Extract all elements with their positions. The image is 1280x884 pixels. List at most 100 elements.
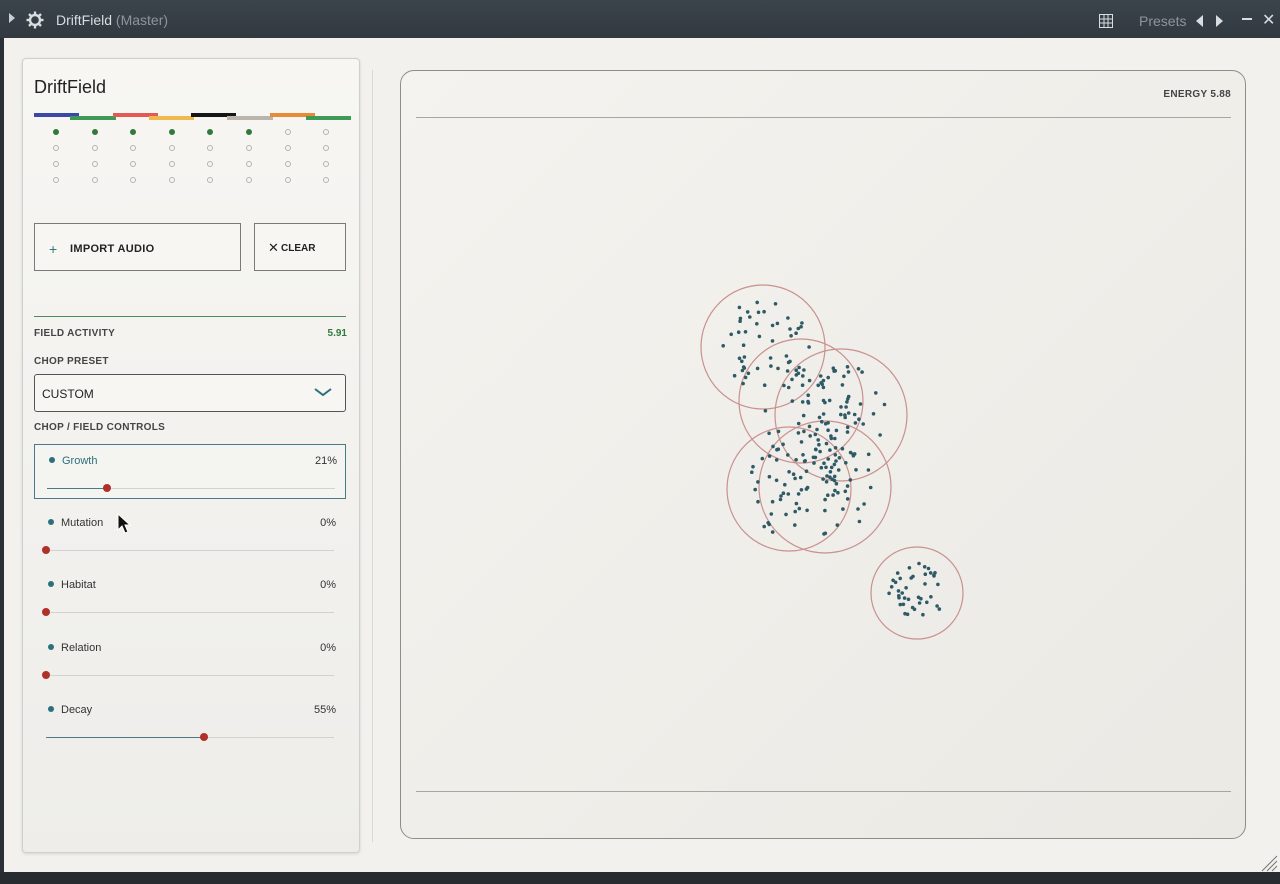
step-dot[interactable] (53, 161, 59, 167)
step-dot[interactable] (284, 161, 291, 167)
particle (784, 354, 789, 358)
step-dot[interactable] (53, 145, 59, 151)
close-icon[interactable]: ✕ (1262, 10, 1275, 30)
particle (794, 458, 798, 462)
particle (789, 334, 793, 338)
step-dot[interactable] (207, 161, 214, 167)
slider-knob[interactable] (42, 670, 50, 679)
step-dot[interactable] (168, 145, 175, 151)
slider-relation[interactable]: Relation 0% (34, 632, 346, 687)
step-dot[interactable] (130, 145, 137, 151)
step-dot[interactable] (246, 161, 252, 167)
particle (856, 507, 860, 511)
particle (794, 368, 798, 373)
slider-habitat[interactable]: Habitat 0% (34, 569, 346, 624)
previous-preset-icon[interactable] (1196, 15, 1203, 27)
particle (829, 465, 834, 470)
step-dot[interactable] (246, 177, 252, 183)
step-dot[interactable] (53, 177, 59, 183)
slider-track[interactable] (46, 549, 334, 551)
particle (755, 322, 759, 326)
window-context: (Master) (115, 12, 169, 28)
particle (817, 415, 822, 420)
grid-icon[interactable] (1099, 14, 1113, 28)
clear-button[interactable]: ✕ CLEAR (254, 223, 346, 271)
particle (895, 571, 900, 575)
panel-title: DriftField (34, 77, 107, 97)
step-dot[interactable] (323, 177, 330, 183)
color-bar-strip (34, 113, 351, 123)
expand-arrow-icon[interactable] (9, 13, 15, 23)
chop-preset-select[interactable]: CUSTOM (34, 374, 346, 412)
particle (845, 425, 850, 430)
slider-track[interactable] (46, 674, 334, 676)
step-dot-active[interactable] (53, 129, 59, 135)
step-dot[interactable] (246, 145, 252, 151)
step-dot[interactable] (207, 177, 214, 183)
step-dot[interactable] (130, 177, 137, 183)
particle (796, 326, 801, 331)
slider-knob[interactable] (42, 545, 50, 554)
particle (767, 431, 771, 436)
step-dot[interactable] (130, 161, 137, 167)
slider-decay[interactable]: Decay 55% (34, 694, 346, 749)
import-audio-button[interactable]: + IMPORT AUDIO (34, 223, 241, 271)
particle (769, 364, 773, 368)
particle (857, 519, 862, 524)
particle (825, 474, 829, 478)
particle (822, 461, 826, 466)
particle (928, 571, 933, 575)
resize-grip-icon[interactable] (1258, 852, 1278, 872)
controls-label: CHOP / FIELD CONTROLS (34, 422, 166, 433)
particle (902, 596, 907, 600)
step-dot-active[interactable] (130, 129, 137, 135)
field-canvas[interactable]: ENERGY 5.88 (400, 70, 1246, 839)
presets-label[interactable]: Presets (1139, 13, 1186, 29)
particle (833, 488, 837, 493)
step-dot[interactable] (284, 145, 291, 151)
slider-growth[interactable]: Growth 21% (34, 444, 346, 499)
next-preset-icon[interactable] (1216, 15, 1223, 27)
cluster-ring[interactable] (738, 338, 864, 464)
cluster-ring[interactable] (700, 284, 826, 410)
step-dot-active[interactable] (207, 129, 214, 135)
minimize-icon[interactable] (1242, 18, 1252, 20)
step-dot[interactable] (323, 145, 330, 151)
particle (844, 461, 848, 465)
particle (801, 374, 805, 378)
slider-knob[interactable] (103, 484, 112, 492)
cluster-ring[interactable] (870, 546, 964, 640)
slider-mutation[interactable]: Mutation 0% (34, 507, 346, 562)
step-dot[interactable] (91, 177, 98, 183)
slider-track[interactable] (46, 612, 334, 613)
step-dot[interactable] (284, 129, 291, 135)
particle (770, 499, 775, 504)
particle (757, 334, 762, 339)
particle (783, 482, 787, 487)
particle (842, 374, 846, 379)
step-dot-active[interactable] (246, 129, 252, 135)
step-dot[interactable] (323, 161, 330, 167)
particle (813, 447, 818, 452)
step-dot[interactable] (91, 161, 98, 167)
particle (831, 493, 835, 497)
step-dot-active[interactable] (91, 129, 98, 135)
particle-field[interactable] (401, 71, 1247, 840)
particle (937, 607, 942, 611)
step-dot[interactable] (168, 161, 175, 167)
step-dot-active[interactable] (168, 129, 175, 135)
step-dot[interactable] (284, 177, 291, 183)
step-dot[interactable] (207, 145, 214, 151)
slider-knob[interactable] (42, 608, 50, 616)
chop-preset-value: CUSTOM (42, 387, 94, 401)
particle (856, 367, 861, 371)
color-bar-segment (305, 116, 351, 120)
cluster-ring[interactable] (726, 426, 852, 552)
particle (748, 315, 752, 319)
step-dot[interactable] (323, 129, 330, 135)
gear-icon[interactable] (26, 11, 44, 29)
particle (900, 591, 904, 595)
step-dot[interactable] (91, 145, 98, 151)
slider-knob[interactable] (200, 733, 209, 741)
step-dot[interactable] (168, 177, 175, 183)
